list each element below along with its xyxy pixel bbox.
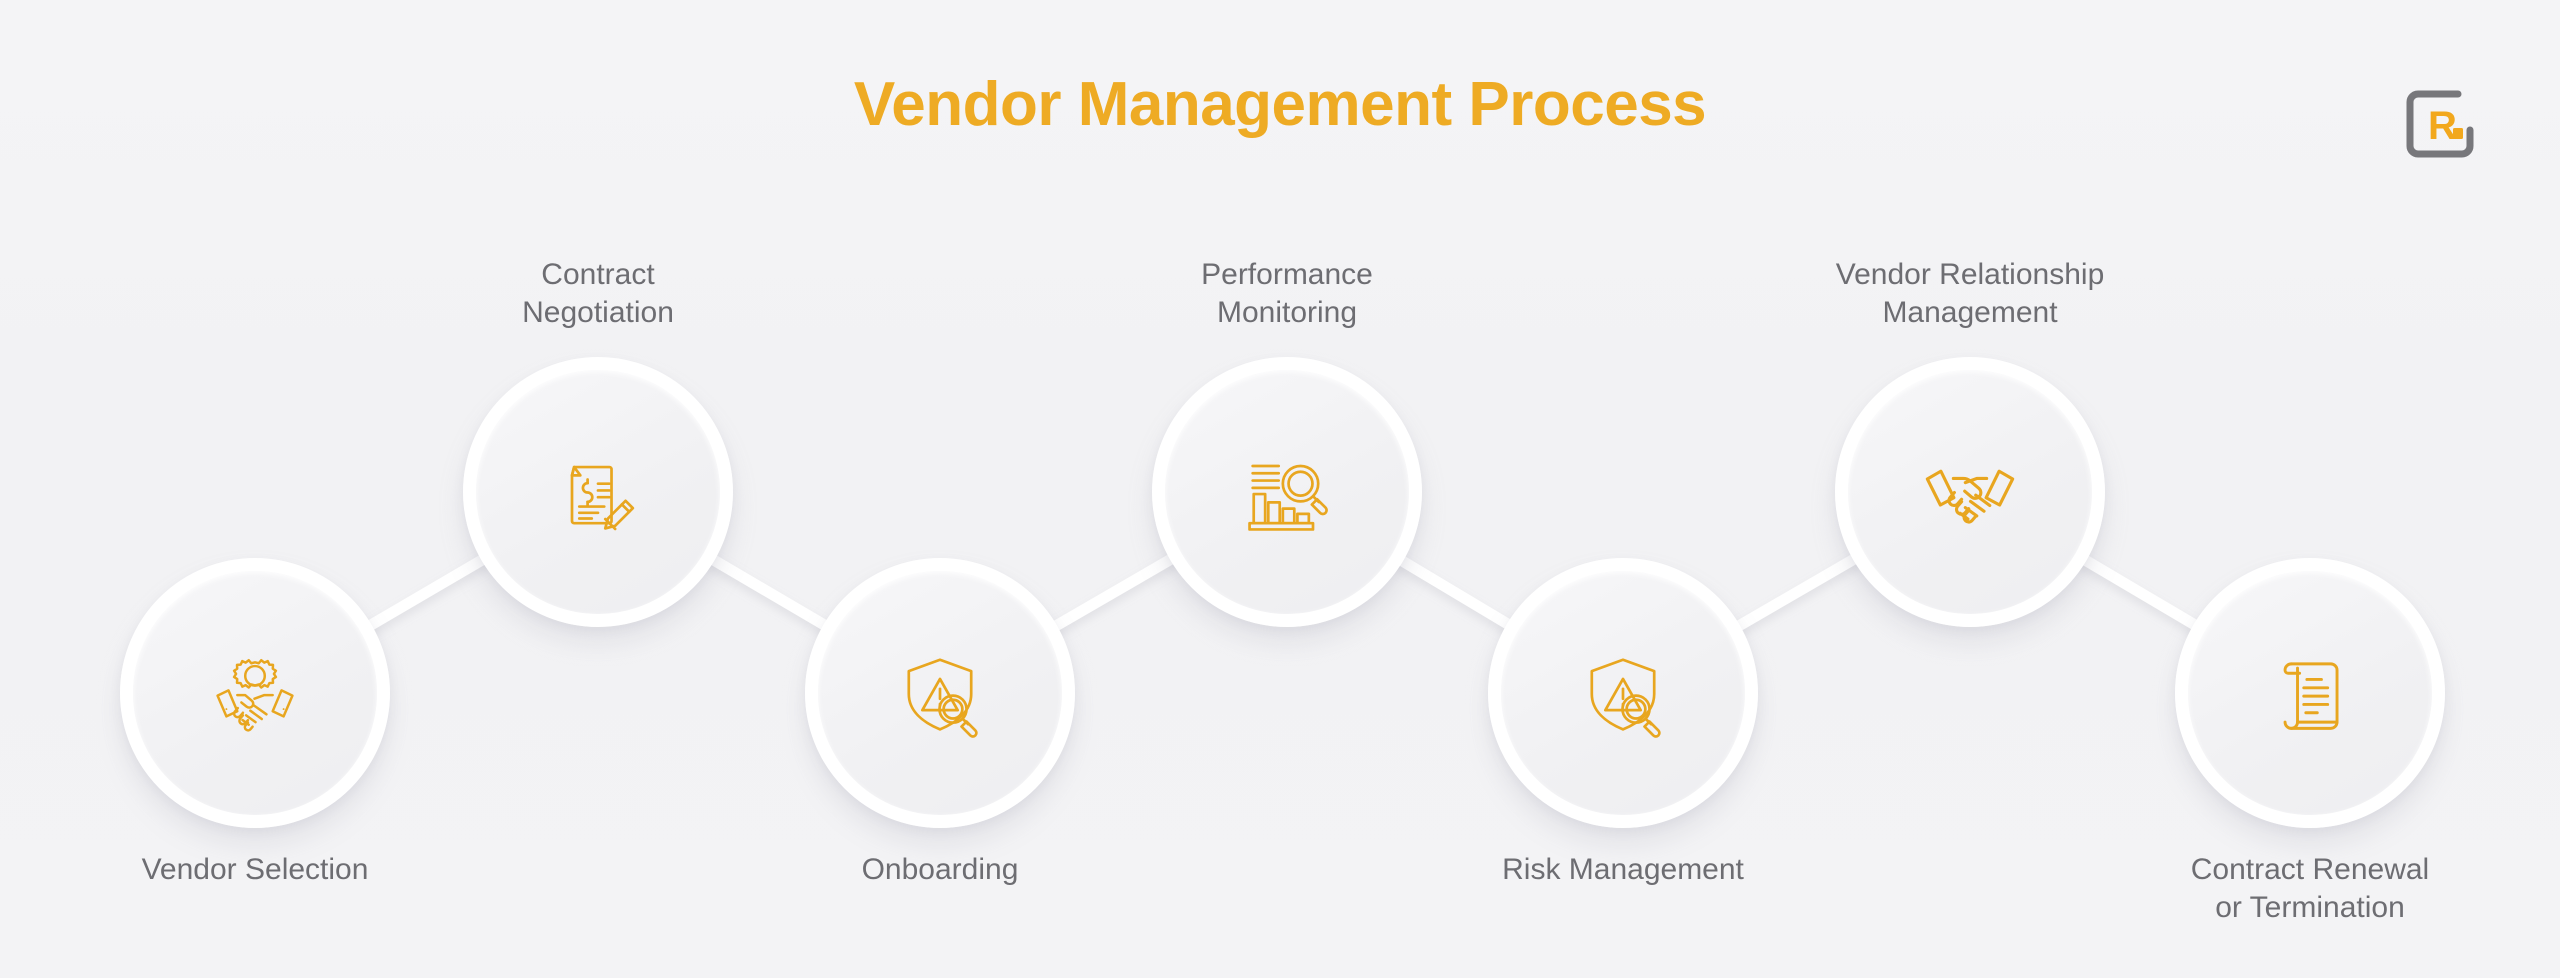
step-label: Onboarding — [861, 853, 1019, 886]
process-step-6[interactable]: Vendor Relationship Management — [1835, 258, 2105, 627]
handshake-gear-icon — [203, 641, 307, 745]
contract-signing-icon — [546, 440, 650, 544]
process-step-3[interactable]: Onboarding — [805, 558, 1075, 886]
step-circle[interactable] — [805, 558, 1075, 828]
step-circle[interactable] — [120, 558, 390, 828]
step-label: Performance Monitoring — [1201, 258, 1373, 330]
step-label: Contract Renewal or Termination — [2190, 853, 2430, 924]
process-flow-diagram: Vendor Selection Contract Negotiation On… — [0, 0, 2560, 978]
step-circle[interactable] — [2175, 558, 2445, 828]
handshake-icon — [1918, 440, 2022, 544]
shield-alert-search-icon — [1571, 641, 1675, 745]
shield-alert-search-icon — [888, 641, 992, 745]
process-step-1[interactable]: Vendor Selection — [120, 558, 390, 886]
step-circle[interactable] — [463, 357, 733, 627]
scroll-document-icon — [2258, 641, 2362, 745]
step-label: Vendor Relationship Management — [1835, 258, 2105, 330]
step-label: Contract Negotiation — [522, 258, 674, 330]
process-step-2[interactable]: Contract Negotiation — [463, 258, 733, 627]
step-circle[interactable] — [1488, 558, 1758, 828]
bar-chart-search-icon — [1235, 440, 1339, 544]
process-step-4[interactable]: Performance Monitoring — [1152, 258, 1422, 627]
step-label: Vendor Selection — [141, 853, 369, 886]
step-label: Risk Management — [1502, 853, 1744, 886]
step-circle[interactable] — [1835, 357, 2105, 627]
process-step-7[interactable]: Contract Renewal or Termination — [2175, 558, 2445, 924]
process-step-5[interactable]: Risk Management — [1488, 558, 1758, 886]
step-circle[interactable] — [1152, 357, 1422, 627]
